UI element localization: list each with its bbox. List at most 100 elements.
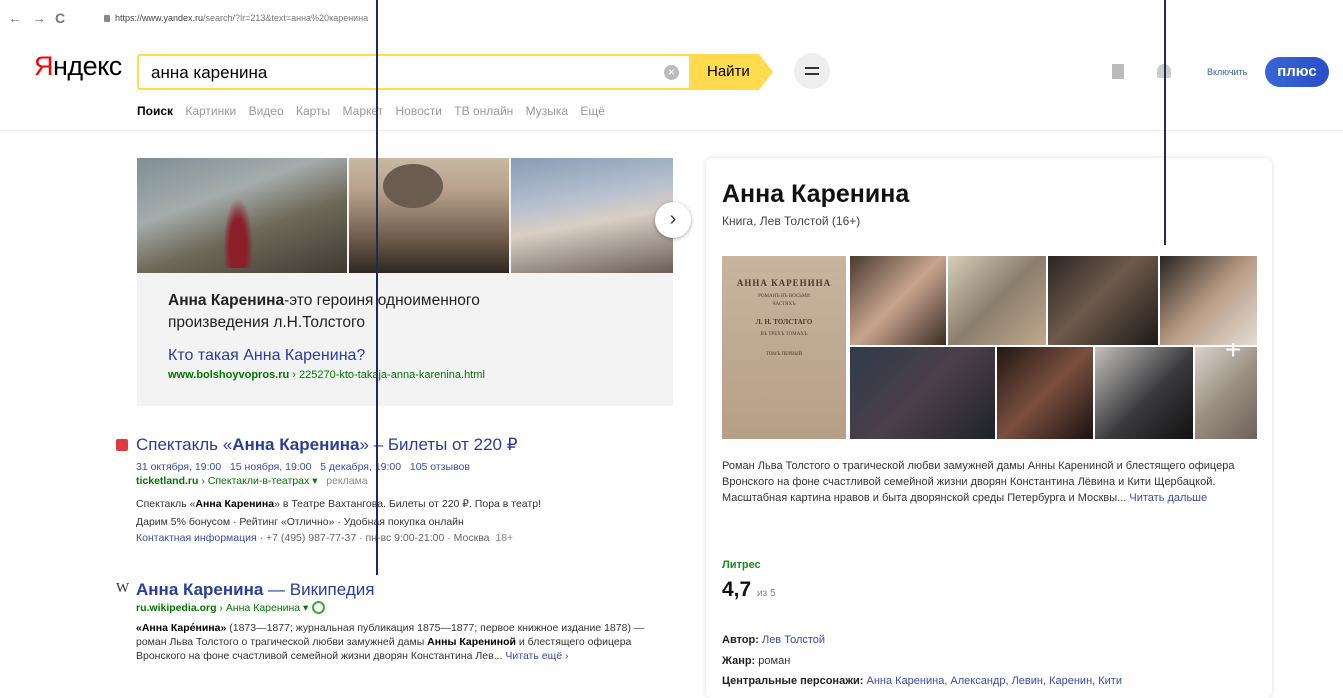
search-input[interactable]: анна каренина ×	[137, 54, 689, 90]
contacts-link[interactable]: Контактная информация	[136, 532, 257, 544]
result-path: › Спектакли-в-театрах ▾	[198, 475, 318, 487]
date-link[interactable]: 15 ноября, 19:00	[230, 461, 311, 473]
panel-title: Анна Каренина	[722, 180, 910, 208]
tab-search[interactable]: Поиск	[137, 104, 173, 118]
gallery-expand-icon[interactable]: +	[1225, 334, 1241, 366]
rating-value: 4,7	[722, 578, 752, 601]
filter-icon-bar	[805, 73, 819, 75]
contacts-line: Контактная информация · +7 (495) 987-77-…	[136, 531, 661, 545]
result-url[interactable]: ru.wikipedia.org › Анна Каренина ▾	[136, 601, 326, 614]
search-query[interactable]: анна каренина	[151, 63, 267, 83]
snippet-bold: «Анна Каре́нина»	[136, 622, 227, 634]
event-dates: 31 октября, 19:00 15 ноября, 19:00 5 дек…	[136, 461, 470, 473]
film-still-image[interactable]	[511, 158, 673, 273]
characters-link[interactable]: Анна Каренина, Александр, Левин, Каренин…	[866, 675, 1122, 687]
enable-plus-link[interactable]: Включить	[1207, 67, 1247, 77]
tab-news[interactable]: Новости	[396, 104, 442, 118]
answer-link[interactable]: Кто такая Анна Каренина?	[168, 347, 365, 365]
result-title[interactable]: Анна Каренина — Википедия	[136, 580, 374, 600]
genre-label: Жанр:	[722, 655, 756, 667]
plus-badge[interactable]: плюс	[1265, 57, 1329, 87]
verified-icon	[312, 601, 326, 614]
back-button[interactable]: ←	[8, 10, 22, 26]
author-label: Автор:	[722, 634, 759, 646]
read-more-link[interactable]: Читать дальше	[1129, 492, 1207, 504]
film-still-image[interactable]	[349, 158, 509, 273]
cover-text: ВЪ ТРЕХЪ ТОМАХЪ	[760, 332, 808, 337]
rating-scale: из 5	[757, 588, 776, 599]
address-bar[interactable]: https://www.yandex.ru/search/?lr=213&tex…	[104, 13, 368, 23]
ticketland-favicon	[116, 439, 128, 451]
logo-rest: ндекс	[53, 51, 122, 81]
film-still-image[interactable]	[137, 158, 347, 273]
annotation-line	[1164, 0, 1166, 245]
title-post: » – Билеты от 220 ₽	[359, 435, 518, 454]
title-rest: — Википедия	[263, 580, 375, 599]
tab-maps[interactable]: Карты	[296, 104, 330, 118]
filter-icon	[805, 67, 819, 69]
characters-label: Центральные персонажи:	[722, 675, 864, 687]
age-label: 18+	[495, 532, 514, 544]
result-path: › Анна Каренина ▾	[216, 602, 309, 614]
find-button[interactable]: Найти	[689, 54, 773, 90]
lock-icon	[104, 15, 110, 22]
cover-text: АННА КАРЕНИНА	[736, 278, 832, 288]
snippet-line: Дарим 5% бонусом · Рейтинг «Отлично» · У…	[136, 516, 464, 528]
cover-text: ЧАСТЯХЪ	[772, 302, 796, 307]
snippet-bold: Анны Карениной	[427, 636, 516, 648]
rating-source[interactable]: Литрес	[722, 559, 761, 571]
film-still-image[interactable]	[850, 256, 946, 345]
wikipedia-icon: W	[116, 581, 130, 596]
tab-video[interactable]: Видео	[249, 104, 284, 118]
read-more-link[interactable]: Читать ещё ›	[505, 650, 568, 662]
book-cover-image[interactable]: АННА КАРЕНИНА РОМАНЪ ВЪ ВОСЬМИ ЧАСТЯХЪ Л…	[722, 256, 846, 439]
film-still-image[interactable]	[997, 347, 1093, 439]
image-strip	[137, 158, 673, 273]
forward-button[interactable]: →	[32, 10, 46, 26]
result-title[interactable]: Спектакль «Анна Каренина» – Билеты от 22…	[136, 435, 518, 455]
next-arrow-button[interactable]: ›	[655, 202, 691, 238]
snippet-post: » в Театре Вахтангова. Билеты от 220 ₽. …	[274, 498, 541, 510]
browser-toolbar: ← → C https://www.yandex.ru/search/?lr=2…	[0, 0, 1343, 44]
url-path: /search/?lr=213&text=анна%20каренина	[203, 13, 369, 23]
reviews-link[interactable]: 105 отзывов	[410, 461, 470, 473]
result-domain: ru.wikipedia.org	[136, 602, 217, 614]
cover-text: ТОМЪ ПЕРВЫЙ	[765, 352, 803, 357]
knowledge-panel: Анна Каренина Книга, Лев Толстой (16+) А…	[706, 158, 1272, 698]
snippet-bold: Анна Каренина	[195, 498, 275, 510]
result-domain: ticketland.ru	[136, 475, 199, 487]
filter-button[interactable]	[794, 53, 830, 89]
title-bold: Анна Каренина	[136, 580, 264, 599]
yandex-logo[interactable]: Яндекс	[34, 51, 122, 82]
result-url[interactable]: ticketland.ru › Спектакли-в-театрах ▾ ре…	[136, 475, 368, 487]
tab-images[interactable]: Картинки	[185, 104, 236, 118]
search-result-wikipedia: W Анна Каренина — Википедия ru.wikipedia…	[116, 580, 656, 690]
tab-tv[interactable]: ТВ онлайн	[454, 104, 513, 118]
tab-music[interactable]: Музыка	[526, 104, 568, 118]
film-still-image[interactable]	[948, 256, 1046, 345]
answer-card: Анна Каренина-это героиня одноименного п…	[137, 158, 673, 406]
url-host: https://www.yandex.ru	[115, 13, 204, 23]
title-pre: Спектакль «	[136, 435, 233, 454]
film-still-image[interactable]	[850, 347, 995, 439]
result-snippet: «Анна Каре́нина» (1873—1877; журнальная …	[136, 621, 661, 663]
characters-row: Центральные персонажи: Анна Каренина, Ал…	[722, 675, 1122, 687]
annotation-line	[376, 0, 378, 575]
author-link[interactable]: Лев Толстой	[762, 634, 825, 646]
contacts-info: · +7 (495) 987-77-37 · пн-вс 9:00-21:00 …	[256, 532, 490, 544]
rating: 4,7 из 5	[722, 578, 776, 602]
reload-button[interactable]: C	[55, 10, 65, 26]
cover-text: РОМАНЪ ВЪ ВОСЬМИ	[758, 294, 810, 299]
film-still-image[interactable]	[1095, 347, 1193, 439]
film-still-image[interactable]	[1160, 256, 1257, 345]
tab-more[interactable]: Ещё	[580, 104, 605, 118]
date-link[interactable]: 31 октября, 19:00	[136, 461, 221, 473]
ad-label: реклама	[326, 475, 368, 487]
date-link[interactable]: 5 декабря, 19:00	[320, 461, 401, 473]
genre-row: Жанр: роман	[722, 655, 790, 667]
author-row: Автор: Лев Толстой	[722, 634, 825, 646]
clear-icon[interactable]: ×	[664, 65, 679, 80]
bookmark-icon[interactable]	[1112, 64, 1124, 79]
film-still-image[interactable]	[1048, 256, 1158, 345]
answer-url[interactable]: www.bolshoyvopros.ru › 225270-kto-takaja…	[168, 369, 485, 381]
